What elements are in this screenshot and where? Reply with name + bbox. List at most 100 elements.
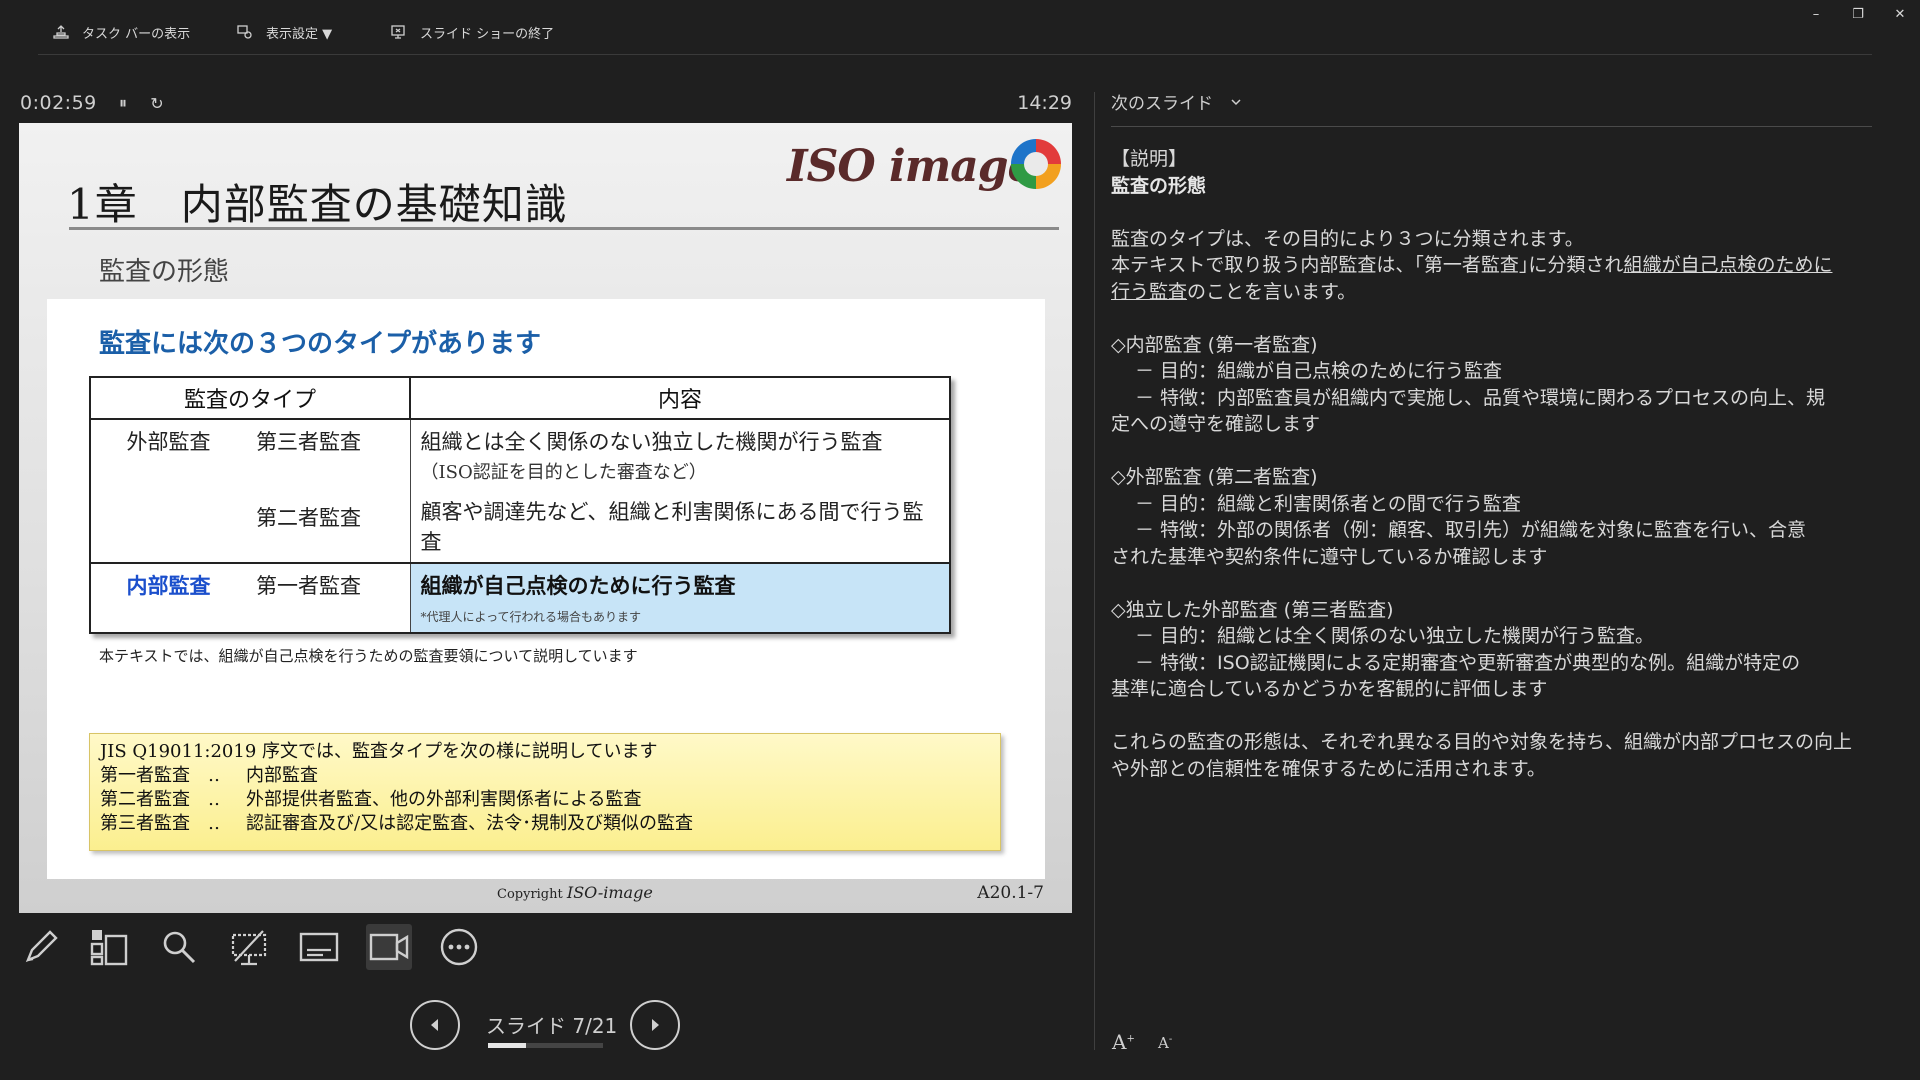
table-row: 外部監査 第三者監査 第二者監査 組織とは全く関係のない独立した機関が行う監査 … xyxy=(89,419,951,564)
next-slide-dropdown[interactable]: 次のスライド xyxy=(1111,89,1241,114)
topbar-divider xyxy=(38,54,1872,55)
slide-progress-fill xyxy=(488,1043,527,1048)
logo-ring-icon xyxy=(1011,139,1061,189)
first-party-label: 第一者監査 xyxy=(246,563,411,634)
notes-line: された基準や契約条件に遵守しているか確認します xyxy=(1111,545,1548,568)
notes-line: 定への遵守を確認します xyxy=(1111,413,1321,435)
black-screen-button[interactable] xyxy=(226,924,272,970)
slide-subtitle: 監査の形態 xyxy=(99,257,230,287)
font-decrease-icon: A xyxy=(1158,1034,1169,1052)
notes-heading: 監査の形態 xyxy=(1111,174,1207,197)
slide-title: 1章 内部監査の基礎知識 xyxy=(67,180,568,229)
internal-audit-label: 内部監査 xyxy=(89,563,246,634)
notes-line: ◇外部監査 (第二者監査) xyxy=(1111,466,1318,488)
decrease-font-button[interactable]: A- xyxy=(1158,1034,1172,1052)
party-cell: 第三者監査 第二者監査 xyxy=(246,419,411,564)
notes-line: 監査のタイプは、その目的により３つに分類されます。 xyxy=(1111,227,1584,250)
next-slide-button[interactable] xyxy=(630,1000,680,1050)
grid-icon xyxy=(90,930,128,966)
magnifier-icon xyxy=(163,931,196,964)
logo-text: ISO image xyxy=(787,141,1036,192)
notes-line: ◇独立した外部監査 (第三者監査) xyxy=(1111,598,1394,621)
zoom-button[interactable] xyxy=(156,924,202,970)
subtitles-button[interactable] xyxy=(296,924,342,970)
audit-type-table: 監査のタイプ 内容 外部監査 第三者監査 第二者監査 組織とは全く関係のない独立… xyxy=(89,376,951,634)
camera-toggle-button[interactable] xyxy=(366,924,412,970)
current-slide[interactable]: ISO image 1章 内部監査の基礎知識 監査の形態 監査には次の３つのタイ… xyxy=(19,123,1072,913)
notes-line: これらの監査の形態は、それぞれ異なる目的や対象を持ち、組織が内部プロセスの向上 xyxy=(1111,731,1853,753)
list-item: 第三者監査 ‥ 認証審査及び/又は認定監査、法令･規制及び類似の監査 xyxy=(100,813,694,834)
video-camera-icon xyxy=(369,933,409,961)
iso-image-logo: ISO image xyxy=(787,135,1067,205)
current-time: 14:29 xyxy=(1017,92,1072,114)
list-item: 第二者監査 ‥ 外部提供者監査、他の外部利害関係者による監査 xyxy=(100,789,642,810)
restart-icon: ↻ xyxy=(150,93,164,113)
pause-timer-button[interactable]: ⏸ xyxy=(112,92,134,114)
show-taskbar-label: タスク バーの表示 xyxy=(82,26,191,42)
previous-slide-button[interactable] xyxy=(410,1000,460,1050)
notes-line: － 目的：組織とは全く関係のない独立した機関が行う監査。 xyxy=(1135,625,1655,647)
first-party-note: *代理人によって行われる場合もあります xyxy=(420,610,641,624)
second-party-desc: 顧客や調達先など、組織と利害関係にある間で行う監査 xyxy=(420,500,924,554)
chevron-down-icon xyxy=(1231,98,1241,105)
pause-icon: ⏸ xyxy=(118,93,127,112)
notes-line: ◇内部監査 (第一者監査) xyxy=(1111,333,1318,356)
subtitles-icon xyxy=(299,932,339,962)
close-button[interactable]: ✕ xyxy=(1880,4,1920,24)
pen-icon xyxy=(25,930,58,963)
first-party-desc: 組織が自己点検のために行う監査 xyxy=(420,573,736,598)
end-slideshow-button[interactable]: スライド ショーの終了 xyxy=(390,22,554,42)
pane-divider[interactable] xyxy=(1094,92,1095,1050)
all-slides-button[interactable] xyxy=(86,924,132,970)
notes-line: － 特徴：外部の関係者（例：顧客、取引先）が組織を対象に監査を行い、合意 xyxy=(1135,519,1807,541)
text-scope-note: 本テキストでは、組織が自己点検を行うための監査要領について説明しています xyxy=(99,647,638,665)
third-party-desc: 組織とは全く関係のない独立した機関が行う監査 xyxy=(420,430,883,454)
slide-code: A20.1-7 xyxy=(977,883,1044,903)
minimize-button[interactable]: – xyxy=(1796,4,1836,24)
table-header-row: 監査のタイプ 内容 xyxy=(89,376,951,420)
table-row: 内部監査 第一者監査 組織が自己点検のために行う監査 *代理人によって行われる場… xyxy=(89,563,951,634)
presenter-toolbar: タスク バーの表示 表示設定 ▼ スライド ショーの終了 – ❐ ✕ xyxy=(0,0,1920,56)
display-settings-label: 表示設定 ▼ xyxy=(266,26,333,42)
increase-font-button[interactable]: A+ xyxy=(1112,1030,1135,1054)
restore-button[interactable]: ❐ xyxy=(1838,4,1878,24)
notes-line: 本テキストで取り扱う内部監査は、｢第一者監査｣に分類され組織が自己点検のために xyxy=(1111,254,1833,276)
slide-counter: スライド 7/21 xyxy=(486,1014,618,1038)
next-slide-label: 次のスライド xyxy=(1111,94,1213,114)
restart-timer-button[interactable]: ↻ xyxy=(146,92,168,114)
notes-line: － 目的：組織が自己点検のために行う監査 xyxy=(1135,360,1503,382)
restore-icon: ❐ xyxy=(1852,6,1864,22)
notes-line: 【説明】 xyxy=(1111,148,1188,170)
jis-callout: JIS Q19011:2019 序文では、監査タイプを次の様に説明しています 第… xyxy=(89,733,1001,851)
elapsed-timer: 0:02:59 xyxy=(20,92,97,114)
notes-line: や外部との信頼性を確保するために活用されます。 xyxy=(1111,757,1546,780)
display-settings-button[interactable]: 表示設定 ▼ xyxy=(236,22,332,42)
slide-copyright: Copyright ISO-image xyxy=(497,883,653,902)
notes-line: 行う監査のことを言います。 xyxy=(1111,280,1357,303)
third-party-note: （ISO認証を目的とした審査など） xyxy=(420,462,707,483)
first-party-cell: 組織が自己点検のために行う監査 *代理人によって行われる場合もあります xyxy=(410,563,951,634)
end-slideshow-icon xyxy=(391,25,405,39)
taskbar-icon xyxy=(53,25,69,39)
notes-line: － 目的：組織と利害関係者との間で行う監査 xyxy=(1135,492,1521,515)
more-options-button[interactable] xyxy=(436,924,482,970)
slide-content-panel: 監査には次の３つのタイプがあります 監査のタイプ 内容 外部監査 第三者監査 第… xyxy=(47,299,1045,879)
display-settings-icon xyxy=(237,25,252,39)
speaker-notes[interactable]: 【説明】 監査の形態 監査のタイプは、その目的により３つに分類されます。 本テキ… xyxy=(1111,146,1863,782)
slide-progress-bar xyxy=(488,1043,603,1048)
previous-arrow-icon xyxy=(431,1019,438,1031)
screen-toggle-icon xyxy=(231,930,267,966)
panel-heading: 監査には次の３つのタイプがあります xyxy=(99,329,542,359)
list-item: 第一者監査 ‥ 内部監査 xyxy=(100,765,318,786)
content-cell: 組織とは全く関係のない独立した機関が行う監査 （ISO認証を目的とした審査など）… xyxy=(410,419,951,564)
minimize-icon: – xyxy=(1812,6,1820,22)
jis-intro: JIS Q19011:2019 序文では、監査タイプを次の様に説明しています xyxy=(100,741,658,762)
notes-line: － 特徴：内部監査員が組織内で実施し、品質や環境に関わるプロセスの向上、規 xyxy=(1135,386,1826,409)
show-taskbar-button[interactable]: タスク バーの表示 xyxy=(52,22,190,42)
notes-line: 基準に適合しているかどうかを客観的に評価します xyxy=(1111,678,1548,700)
external-audit-label: 外部監査 xyxy=(89,419,246,564)
footer-logo: ISO-image xyxy=(566,883,653,902)
header-content: 内容 xyxy=(409,376,951,420)
pen-tool-button[interactable] xyxy=(18,924,64,970)
third-party-label: 第三者監査 xyxy=(256,430,361,454)
